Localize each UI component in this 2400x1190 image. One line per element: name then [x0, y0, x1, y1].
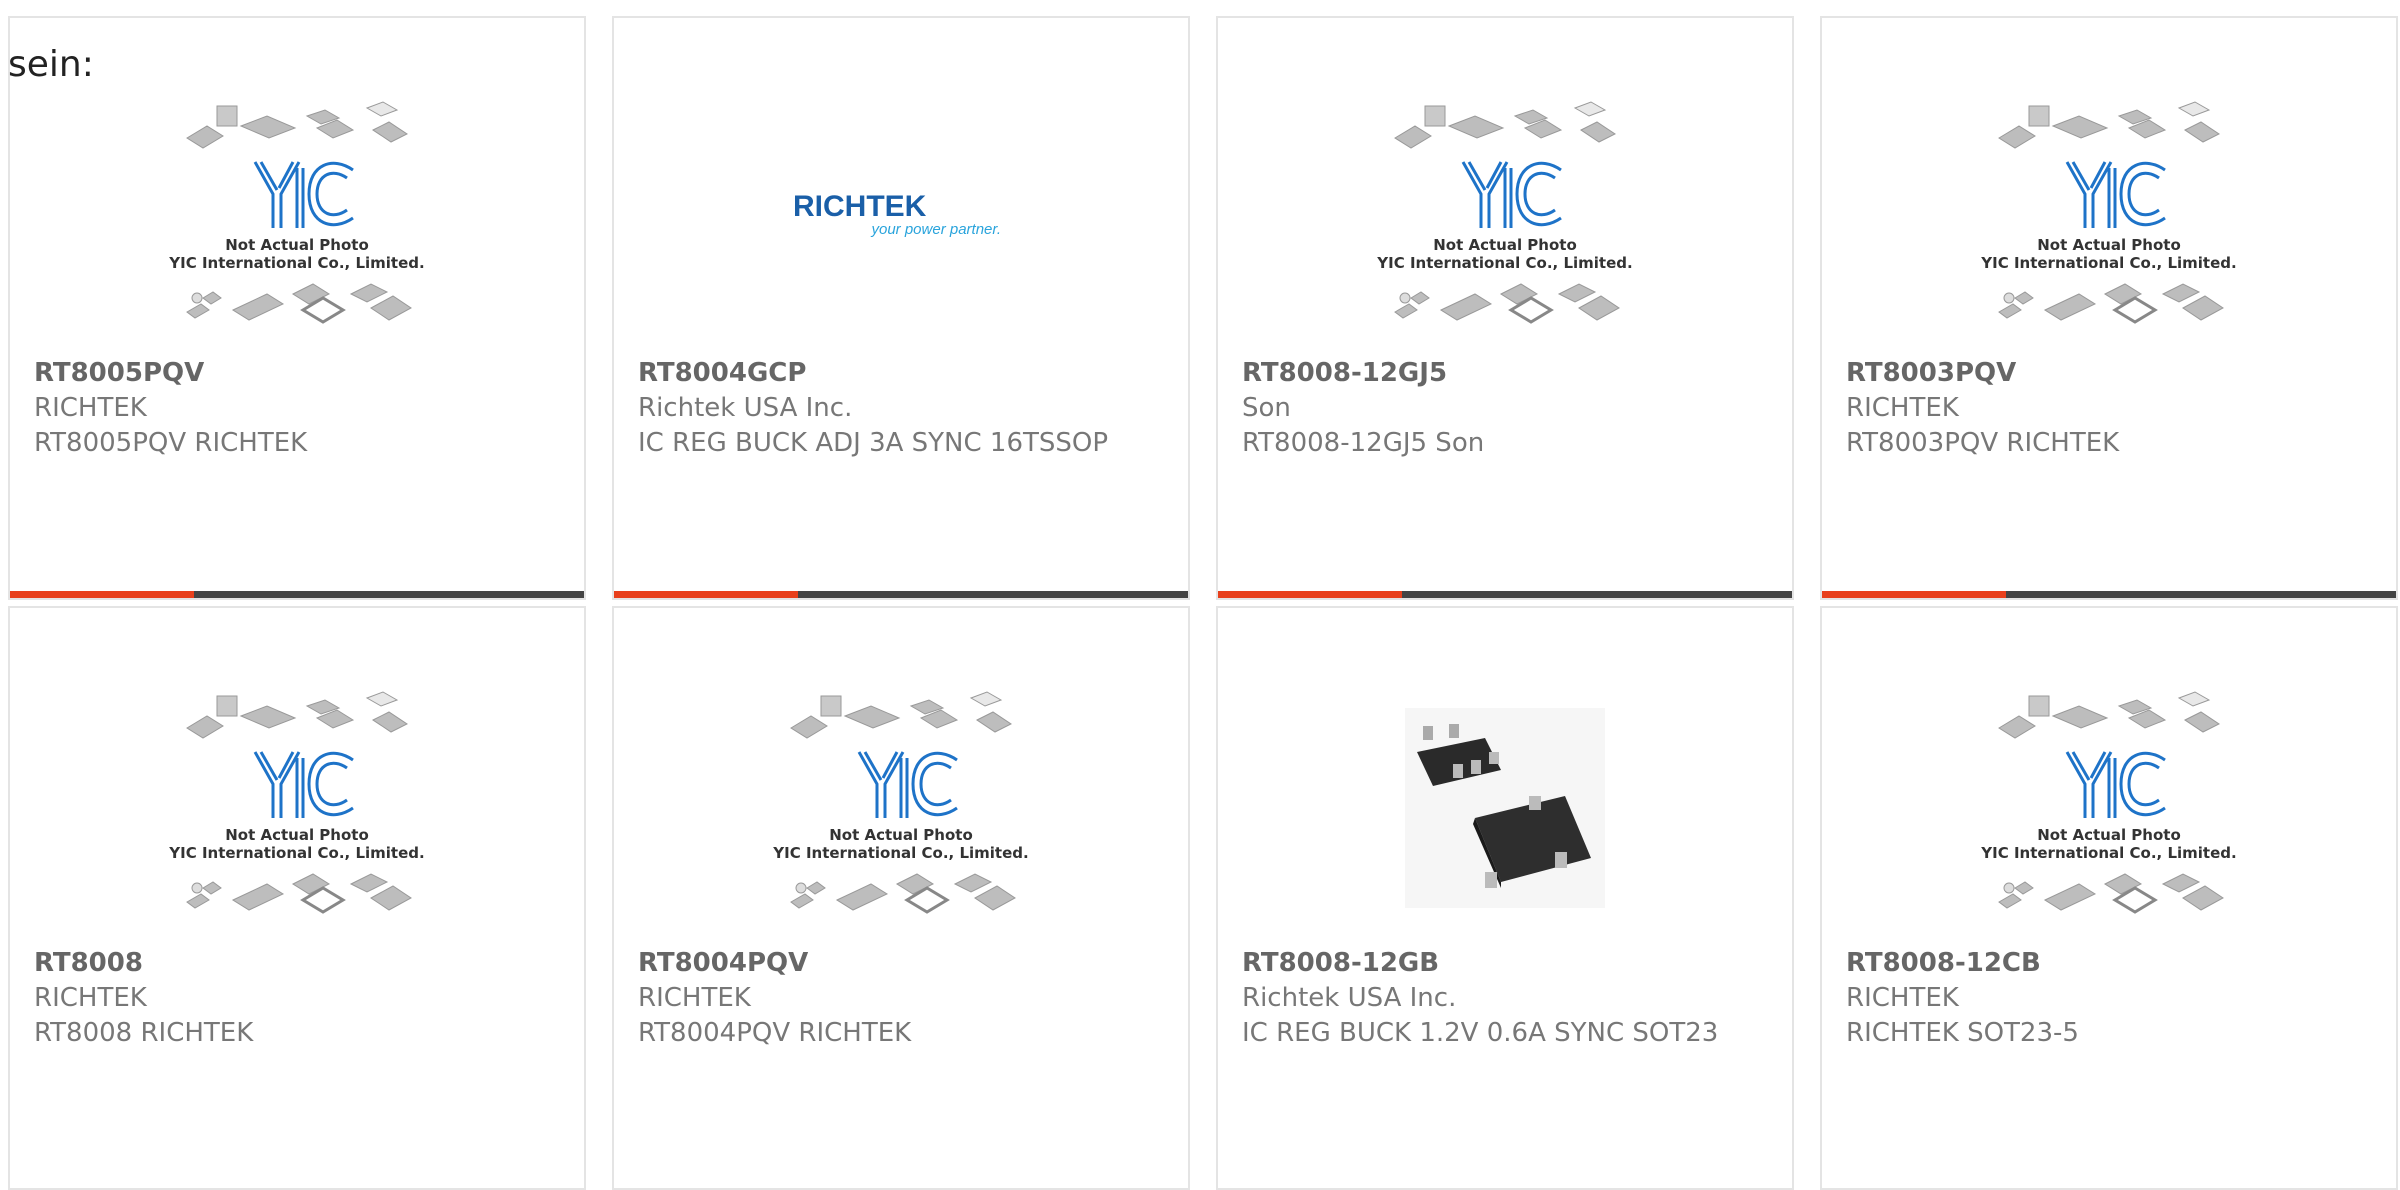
card-footer-accent [1218, 591, 1402, 598]
placeholder-image: Not Actual Photo YIC International Co., … [1218, 68, 1792, 368]
product-part-number[interactable]: RT8005PQV [34, 356, 560, 391]
product-part-number[interactable]: RT8004GCP [638, 356, 1164, 391]
placeholder-line2: YIC International Co., Limited. [1980, 844, 2236, 862]
product-manufacturer: RICHTEK [34, 393, 147, 423]
product-card[interactable]: Not Actual Photo YIC International Co., … [1216, 16, 1794, 600]
product-description: RT8003PQV RICHTEK [1846, 428, 2120, 458]
card-footer-bar [614, 591, 1188, 598]
product-manufacturer: RICHTEK [638, 983, 751, 1013]
placeholder-line2: YIC International Co., Limited. [168, 844, 424, 862]
placeholder-line2: YIC International Co., Limited. [1980, 254, 2236, 272]
product-card[interactable]: Not Actual Photo YIC International Co., … [8, 606, 586, 1190]
product-description: RT8008 RICHTEK [34, 1018, 254, 1048]
card-footer-accent [614, 591, 798, 598]
product-part-number[interactable]: RT8008-12GJ5 [1242, 356, 1768, 391]
product-description: IC REG BUCK ADJ 3A SYNC 16TSSOP [638, 428, 1109, 458]
card-footer-bar [10, 591, 584, 598]
richtek-logo-name: RICHTEK [793, 190, 927, 223]
placeholder-line1: Not Actual Photo [2037, 236, 2181, 254]
card-footer-accent [10, 591, 194, 598]
placeholder-line1: Not Actual Photo [225, 236, 369, 254]
product-description: IC REG BUCK 1.2V 0.6A SYNC SOT23 [1242, 1018, 1719, 1048]
placeholder-image: Not Actual Photo YIC International Co., … [1822, 68, 2396, 368]
product-card[interactable]: Not Actual Photo YIC International Co., … [1820, 16, 2398, 600]
placeholder-line2: YIC International Co., Limited. [1376, 254, 1632, 272]
product-photo [1218, 658, 1792, 958]
product-part-number[interactable]: RT8008-12GB [1242, 946, 1768, 981]
richtek-logo-tagline: your power partner. [870, 221, 1001, 238]
product-part-number[interactable]: RT8008 [34, 946, 560, 981]
product-card[interactable]: RT8008-12GB Richtek USA Inc. IC REG BUCK… [1216, 606, 1794, 1190]
product-description: RT8005PQV RICHTEK [34, 428, 308, 458]
card-footer-bar [1822, 591, 2396, 598]
placeholder-line1: Not Actual Photo [2037, 826, 2181, 844]
product-card[interactable]: Not Actual Photo YIC International Co., … [612, 606, 1190, 1190]
product-part-number[interactable]: RT8004PQV [638, 946, 1164, 981]
product-manufacturer: RICHTEK [34, 983, 147, 1013]
product-card[interactable]: RICHTEK your power partner. RT8004GCP Ri… [612, 16, 1190, 600]
richtek-logo-image: RICHTEK your power partner. [614, 68, 1188, 368]
card-footer-bar [1218, 591, 1792, 598]
placeholder-line1: Not Actual Photo [829, 826, 973, 844]
placeholder-line2: YIC International Co., Limited. [772, 844, 1028, 862]
product-part-number[interactable]: RT8003PQV [1846, 356, 2372, 391]
product-part-number[interactable]: RT8008-12CB [1846, 946, 2372, 981]
placeholder-line2: YIC International Co., Limited. [168, 254, 424, 272]
placeholder-image: Not Actual Photo YIC International Co., … [1822, 658, 2396, 958]
product-manufacturer: Son [1242, 393, 1291, 423]
product-card[interactable]: Not Actual Photo YIC International Co., … [1820, 606, 2398, 1190]
placeholder-image: Not Actual Photo YIC International Co., … [10, 658, 584, 958]
product-description: RT8004PQV RICHTEK [638, 1018, 912, 1048]
intro-text: sein: [8, 44, 94, 85]
product-manufacturer: Richtek USA Inc. [638, 393, 853, 423]
placeholder-image: Not Actual Photo YIC International Co., … [614, 658, 1188, 958]
placeholder-image: Not Actual Photo YIC International Co., … [10, 68, 584, 368]
product-description: RT8008-12GJ5 Son [1242, 428, 1485, 458]
product-description: RICHTEK SOT23-5 [1846, 1018, 2079, 1048]
product-manufacturer: Richtek USA Inc. [1242, 983, 1457, 1013]
product-card[interactable]: Not Actual Photo YIC International Co., … [8, 16, 586, 600]
product-manufacturer: RICHTEK [1846, 393, 1959, 423]
placeholder-line1: Not Actual Photo [1433, 236, 1577, 254]
placeholder-line1: Not Actual Photo [225, 826, 369, 844]
card-footer-accent [1822, 591, 2006, 598]
product-manufacturer: RICHTEK [1846, 983, 1959, 1013]
